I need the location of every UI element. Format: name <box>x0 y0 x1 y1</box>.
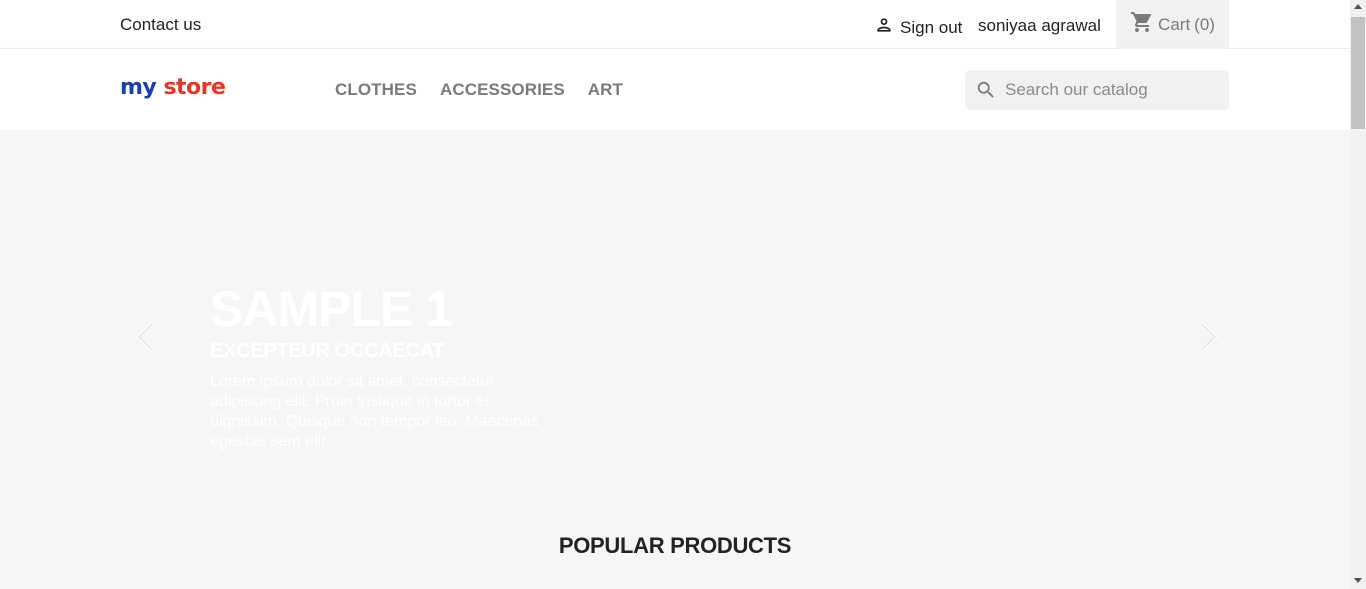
cart-label: Cart <box>1158 14 1191 34</box>
cart-icon <box>1130 10 1154 39</box>
slide-subtitle: EXCEPTEUR OCCAECAT <box>210 340 445 362</box>
page: Contact us Sign out soniyaa agrawal Cart… <box>0 0 1350 589</box>
slide-title: SAMPLE 1 <box>210 281 453 337</box>
slide-description: Lorem ipsum dolor sit amet, consectetur … <box>210 373 540 450</box>
cart-count: (0) <box>1194 14 1215 34</box>
contact-us-link[interactable]: Contact us <box>120 15 201 35</box>
main-nav: CLOTHES ACCESSORIES ART <box>335 80 623 100</box>
nav-item-clothes[interactable]: CLOTHES <box>335 80 417 100</box>
cart-button[interactable]: Cart (0) <box>1116 0 1229 49</box>
chevron-right-icon <box>1196 322 1220 358</box>
popular-products-heading: POPULAR PRODUCTS <box>558 533 792 558</box>
page-scrollbar[interactable] <box>1350 0 1366 589</box>
sign-out-link[interactable]: Sign out <box>874 15 962 40</box>
search-input[interactable] <box>1005 70 1225 110</box>
logo-word-my: my <box>120 75 157 100</box>
scrollbar-thumb[interactable] <box>1351 17 1365 129</box>
scroll-up-arrow-icon[interactable] <box>1354 4 1362 9</box>
carousel-next-button[interactable] <box>1196 320 1220 354</box>
store-logo[interactable]: my store <box>120 75 226 100</box>
user-icon <box>874 15 894 40</box>
search-box <box>965 70 1229 110</box>
chevron-left-icon <box>134 322 158 358</box>
logo-word-store: store <box>163 75 226 100</box>
nav-item-art[interactable]: ART <box>588 80 623 100</box>
carousel-prev-button[interactable] <box>134 320 158 354</box>
sign-out-label: Sign out <box>900 17 963 37</box>
hero-carousel[interactable]: SAMPLE 1 EXCEPTEUR OCCAECAT Lorem ipsum … <box>0 130 1350 510</box>
main-header: my store CLOTHES ACCESSORIES ART <box>0 49 1350 130</box>
account-name-link[interactable]: soniyaa agrawal <box>978 16 1101 36</box>
top-bar: Contact us Sign out soniyaa agrawal Cart… <box>0 0 1350 49</box>
scroll-down-arrow-icon[interactable] <box>1354 578 1362 583</box>
nav-item-accessories[interactable]: ACCESSORIES <box>440 80 565 100</box>
